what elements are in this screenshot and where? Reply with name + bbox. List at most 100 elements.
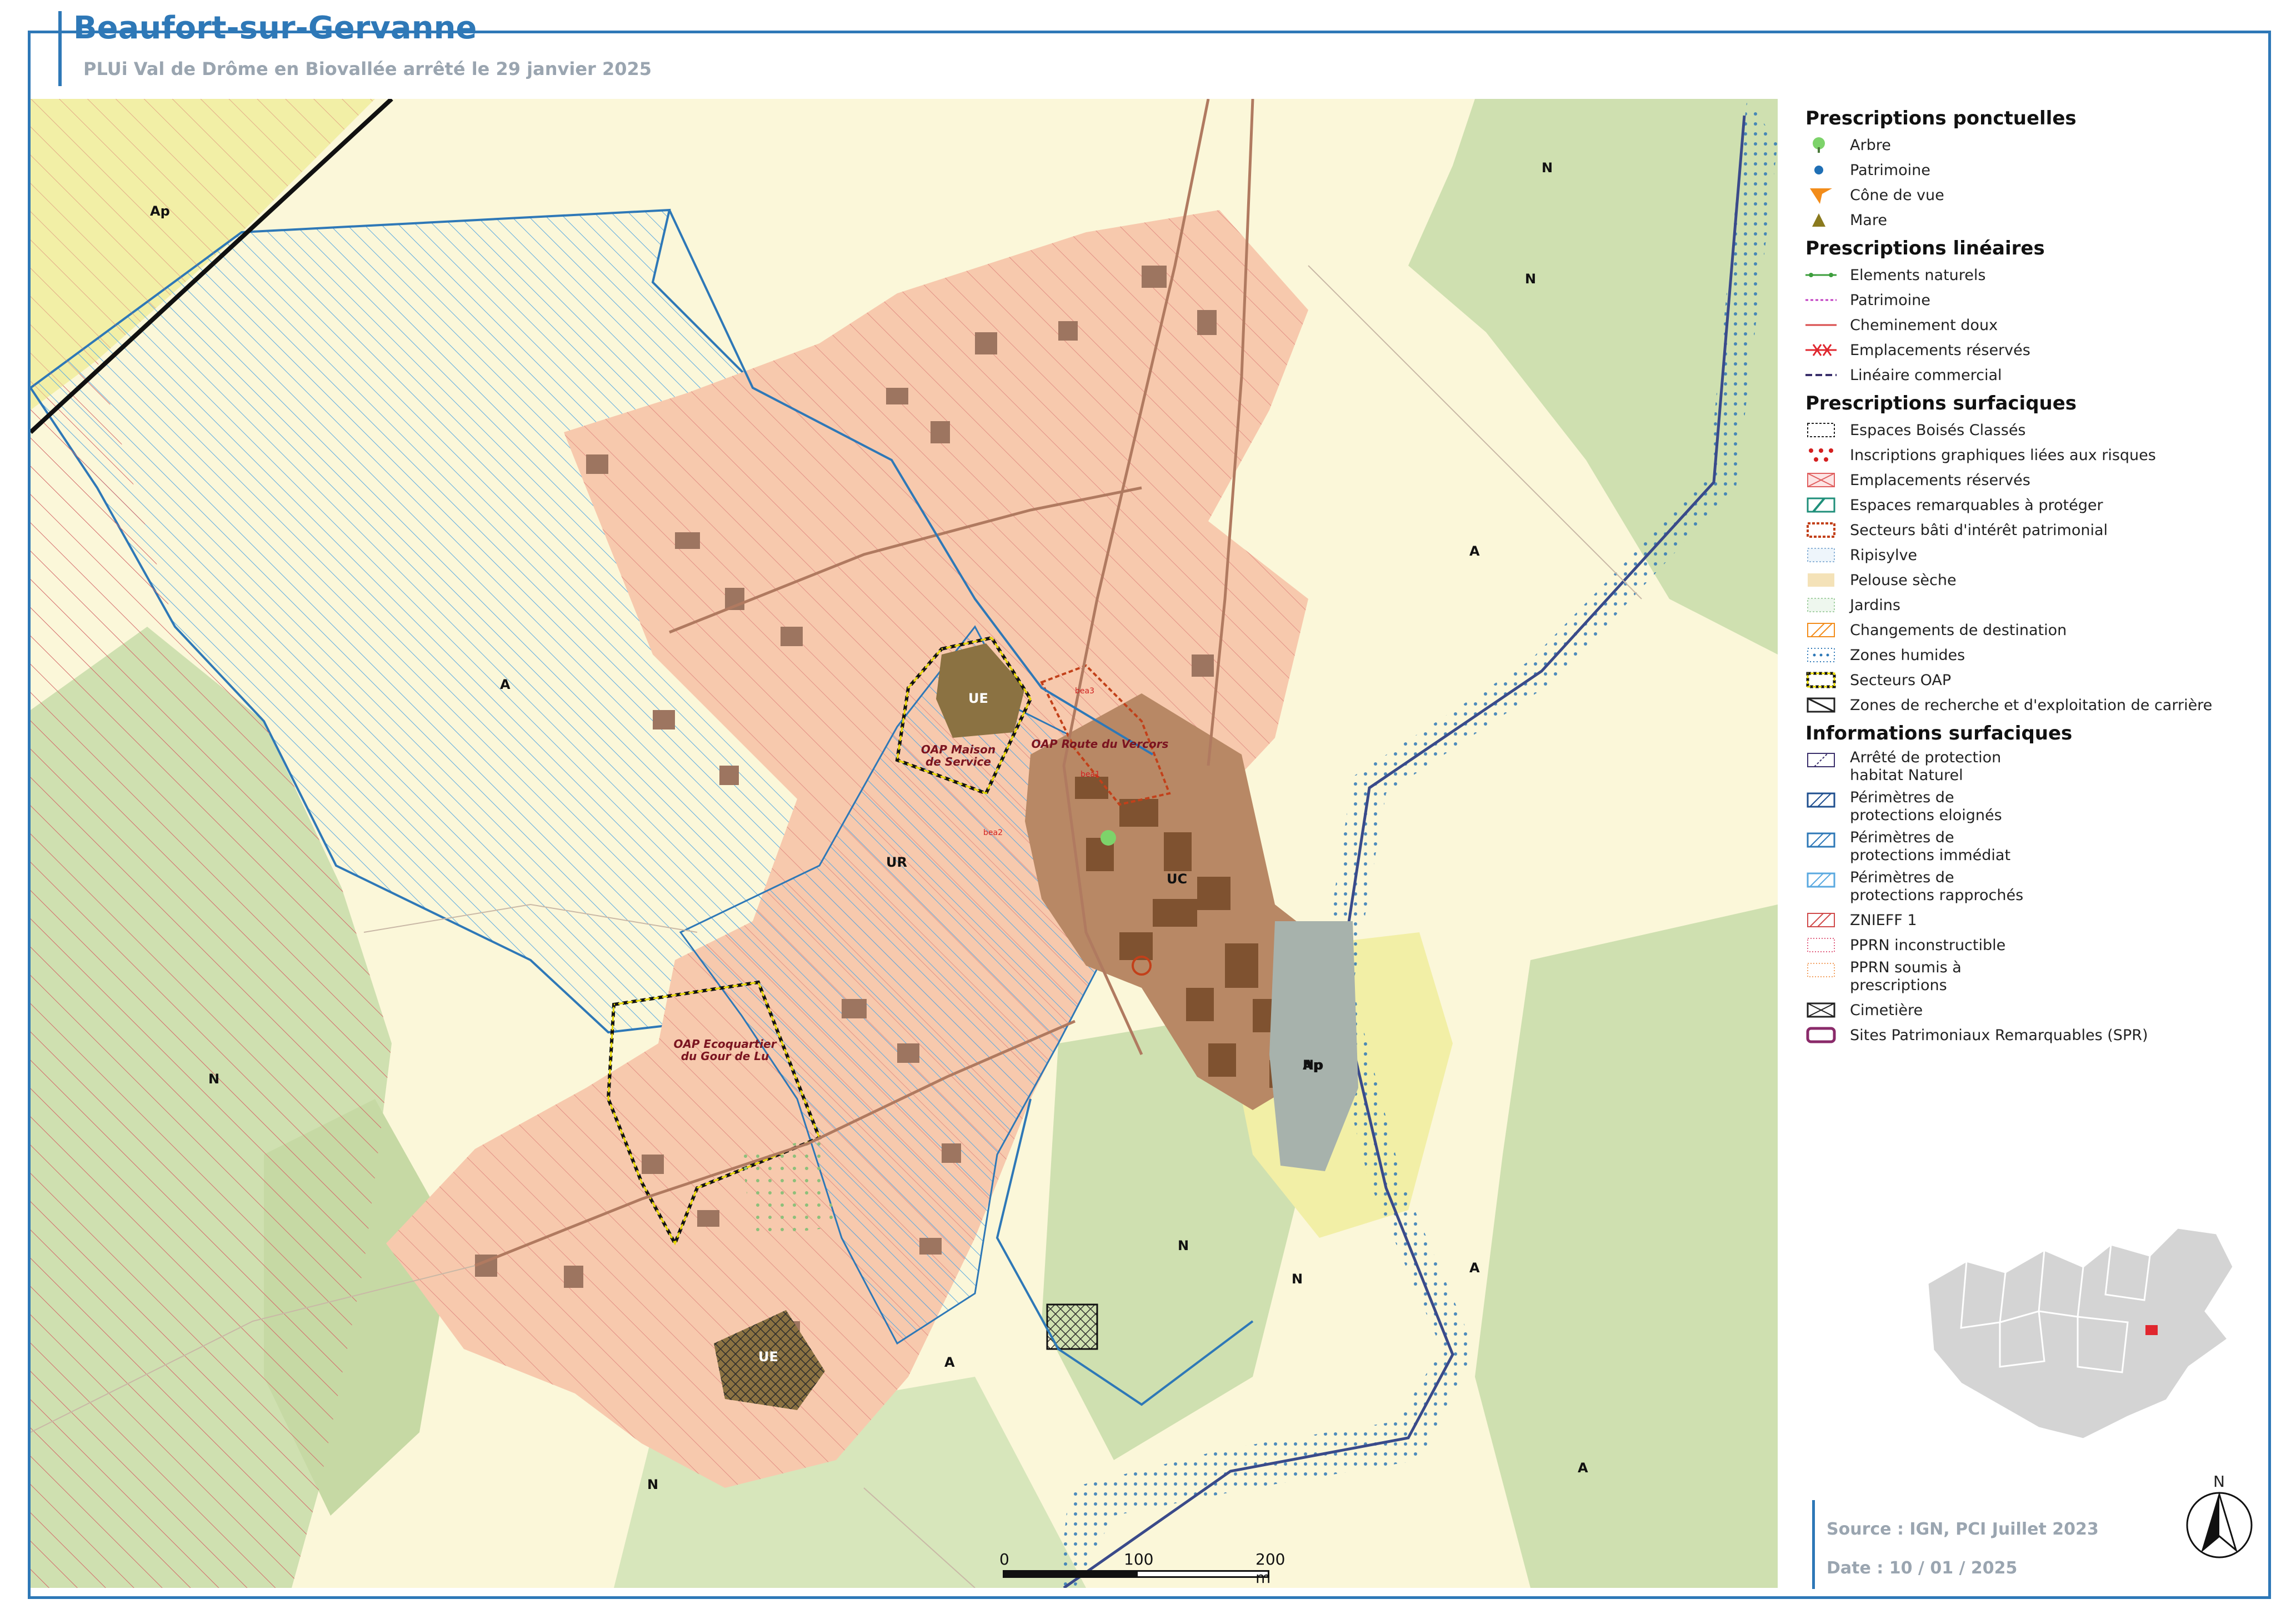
wetlands-icon: [1807, 648, 1835, 662]
reserved-line-icon: [1805, 344, 1837, 356]
classified-woods-icon: [1807, 423, 1835, 437]
locator-inset-map: [1927, 1227, 2234, 1440]
soft-path-line-icon: [1805, 324, 1837, 326]
legend-item: Arbre: [1794, 133, 2250, 158]
zone-label: A: [1469, 1260, 1480, 1276]
zone-gardens: [742, 1138, 836, 1238]
zone-label: N: [208, 1071, 220, 1087]
gardens-icon: [1807, 598, 1835, 612]
legend-item: Pelouse sèche: [1794, 568, 2250, 593]
zone-label: N: [1542, 160, 1553, 176]
locator-highlight: [2145, 1325, 2158, 1335]
legend-item: Zones de recherche et d'exploitation de …: [1794, 693, 2250, 718]
title-line: [500, 31, 2271, 33]
legend-item: PPRN soumis à prescriptions: [1794, 958, 2250, 998]
page-subtitle: PLUi Val de Drôme en Biovallée arrêté le…: [83, 58, 652, 79]
north-arrow: N: [2183, 1472, 2255, 1561]
date-text: Date : 10 / 01 / 2025: [1827, 1558, 2018, 1578]
legend-item: Changements de destination: [1794, 618, 2250, 643]
source-text: Source : IGN, PCI Juillet 2023: [1827, 1520, 2099, 1539]
immediate-perimeter-icon: [1807, 832, 1835, 848]
pprn-unbuildable-icon: [1807, 938, 1835, 952]
scale-segment-light: [1136, 1570, 1269, 1578]
far-perimeter-icon: [1807, 792, 1835, 808]
remarkable-space-icon: [1807, 497, 1835, 513]
oap-label: OAP Maison de Service: [921, 743, 996, 768]
map-canvas[interactable]: Ap Ap A A A A A N N N N N N UR UC UE UE …: [31, 99, 1778, 1588]
legend-item: Cheminement doux: [1794, 313, 2250, 338]
reserved-label: bea1: [1081, 770, 1100, 779]
zone-label: N: [1525, 271, 1537, 287]
legend-item: Jardins: [1794, 593, 2250, 618]
zone-label: N: [1292, 1271, 1303, 1287]
legend-item: Arrêté de protection habitat Naturel: [1794, 748, 2250, 788]
legend-section-title: Prescriptions linéaires: [1805, 237, 2045, 259]
zone-label: A: [1469, 543, 1480, 559]
legend-section-title: Prescriptions ponctuelles: [1805, 107, 2077, 129]
spr-icon: [1806, 1027, 1836, 1043]
scale-segment-dark: [1003, 1570, 1136, 1578]
scale-tick: 0: [999, 1550, 1009, 1568]
oap-sector-icon: [1806, 672, 1836, 688]
scale-tick: 100: [1124, 1550, 1154, 1568]
zone-label: Ap: [150, 203, 170, 219]
oap-label: OAP Ecoquartier du Gour de Lu: [673, 1037, 777, 1063]
legend-item: Périmètres de protections eloignés: [1794, 788, 2250, 828]
legend-item: Espaces Boisés Classés: [1794, 418, 2250, 443]
scale-bar: 0 100 200 m: [999, 1550, 1285, 1589]
natural-line-icon: [1805, 273, 1837, 277]
legend-item: Emplacements réservés: [1794, 468, 2250, 493]
heritage-sector-icon: [1807, 522, 1835, 538]
legend-item: Elements naturels: [1794, 263, 2250, 288]
map-svg: [31, 99, 1778, 1588]
reserved-label: bea3: [1075, 687, 1094, 696]
north-label: N: [2213, 1472, 2225, 1491]
legend-item: Patrimoine: [1794, 158, 2250, 183]
footer-divider: [1812, 1500, 1815, 1589]
legend-item: Espaces remarquables à protéger: [1794, 493, 2250, 518]
legend: Prescriptions ponctuelles Arbre Patrimoi…: [1794, 103, 2250, 1048]
heritage-dot-icon: [1814, 166, 1823, 174]
tree-icon: [1813, 137, 1825, 153]
dry-grassland-icon: [1808, 573, 1834, 587]
scale-tick: 200 m: [1255, 1550, 1285, 1587]
zone-label: A: [1578, 1460, 1588, 1476]
pond-triangle-icon: [1812, 213, 1825, 227]
oap-label: OAP Route du Vercors: [1031, 737, 1169, 751]
risk-dots-icon: [1809, 448, 1833, 462]
legend-section-title: Informations surfaciques: [1805, 722, 2073, 744]
page-title: Beaufort-sur-Gervanne: [73, 10, 477, 46]
riparian-icon: [1807, 548, 1835, 562]
legend-item: Secteurs bâti d'intérêt patrimonial: [1794, 518, 2250, 543]
zone-label: A: [500, 677, 511, 692]
quarry-icon: [1807, 697, 1835, 713]
commercial-line-icon: [1805, 374, 1837, 376]
destination-change-icon: [1807, 623, 1835, 637]
zone-label: UE: [758, 1349, 778, 1365]
heritage-line-icon: [1805, 299, 1837, 301]
legend-item: Ripisylve: [1794, 543, 2250, 568]
zone-label: UC: [1167, 871, 1188, 887]
legend-item: ZNIEFF 1: [1794, 908, 2250, 933]
legend-item: Périmètres de protections immédiat: [1794, 828, 2250, 868]
zone-label: Np: [1303, 1057, 1324, 1073]
zone-label: N: [1178, 1238, 1189, 1253]
legend-item: PPRN inconstructible: [1794, 933, 2250, 958]
tree-marker: [1101, 830, 1116, 846]
close-perimeter-icon: [1807, 872, 1835, 888]
legend-item: Cimetière: [1794, 998, 2250, 1023]
legend-item: Cône de vue: [1794, 183, 2250, 208]
znieff-icon: [1807, 913, 1835, 927]
title-rule: [58, 11, 62, 86]
legend-section-title: Prescriptions surfaciques: [1805, 392, 2077, 414]
zone-label: N: [647, 1477, 659, 1492]
legend-item: Secteurs OAP: [1794, 668, 2250, 693]
legend-item: Patrimoine: [1794, 288, 2250, 313]
legend-item: Linéaire commercial: [1794, 363, 2250, 388]
reserved-area-icon: [1807, 473, 1835, 487]
legend-item: Sites Patrimoniaux Remarquables (SPR): [1794, 1023, 2250, 1048]
zone-label: UE: [968, 691, 988, 706]
legend-item: Périmètres de protections rapprochés: [1794, 868, 2250, 908]
compass-icon: [2186, 1491, 2253, 1558]
view-cone-icon: [1810, 188, 1832, 204]
